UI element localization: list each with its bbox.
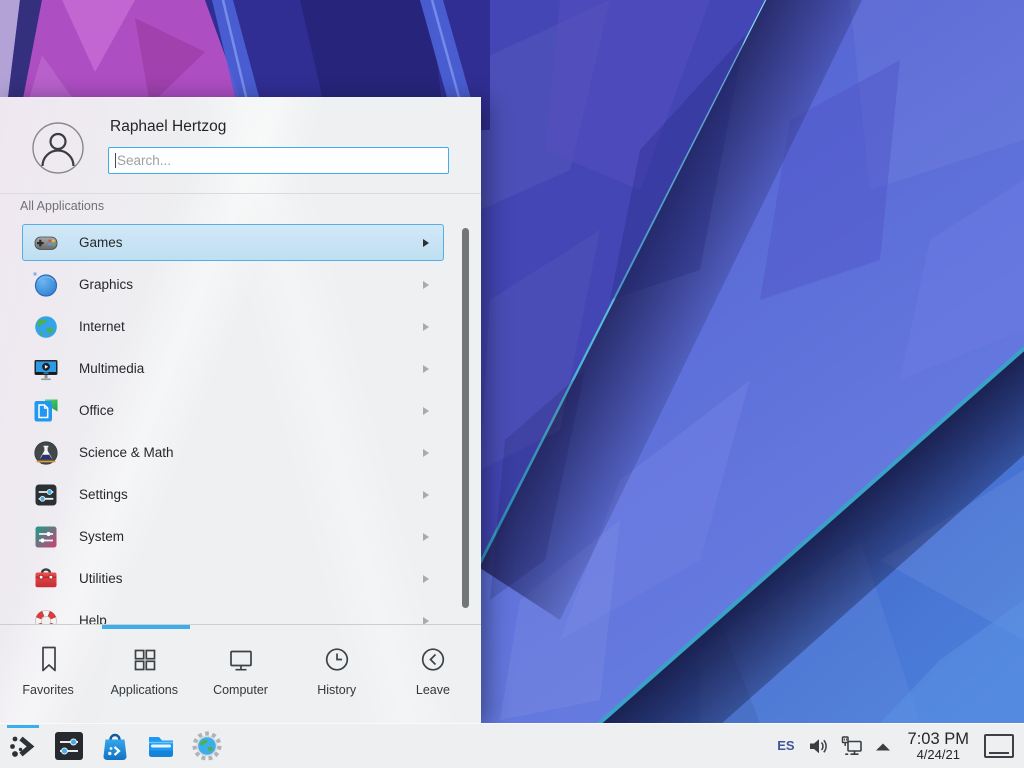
system-sliders-icon (33, 524, 59, 550)
tab-label: Applications (111, 683, 178, 697)
category-item-multimedia[interactable]: Multimedia (22, 350, 444, 387)
digital-clock[interactable]: 7:03 PM 4/24/21 (902, 731, 975, 762)
chevron-right-icon (423, 407, 429, 415)
header-separator (0, 193, 481, 194)
file-manager-icon (145, 730, 177, 762)
document-icon (33, 398, 59, 424)
globe-icon (33, 314, 59, 340)
monitor-icon (226, 644, 256, 674)
tab-leave[interactable]: Leave (385, 625, 481, 723)
category-item-games[interactable]: Games (22, 224, 444, 261)
tab-label: Favorites (22, 683, 73, 697)
active-task-indicator (7, 725, 39, 728)
tab-computer[interactable]: Computer (192, 625, 288, 723)
user-name: Raphael Hertzog (110, 118, 226, 136)
section-label: All Applications (20, 199, 104, 213)
category-item-science-math[interactable]: Science & Math (22, 434, 444, 471)
tab-applications[interactable]: Applications (96, 625, 192, 723)
discover-icon (99, 730, 131, 762)
category-item-graphics[interactable]: Graphics (22, 266, 444, 303)
launcher-tab-bar: Favorites Applications Computer His (0, 624, 481, 723)
grid-icon (129, 644, 159, 674)
clock-date: 4/24/21 (917, 748, 960, 762)
tab-label: Leave (416, 683, 450, 697)
chevron-right-icon (423, 239, 429, 247)
system-tray: ES 7:03 PM 4/24/21 (774, 731, 1024, 762)
category-item-internet[interactable]: Internet (22, 308, 444, 345)
web-browser-taskbar-button[interactable] (191, 730, 223, 762)
volume-icon[interactable] (807, 734, 831, 758)
chevron-right-icon (423, 491, 429, 499)
search-box (108, 147, 449, 174)
category-list: Games Graphics Internet (0, 224, 481, 624)
search-input[interactable] (109, 148, 448, 173)
expand-tray-arrow-icon[interactable] (873, 740, 893, 752)
category-label: Multimedia (79, 361, 423, 376)
chevron-right-icon (423, 533, 429, 541)
category-label: Office (79, 403, 423, 418)
wired-network-icon[interactable] (840, 734, 864, 758)
list-scrollbar[interactable] (462, 228, 469, 608)
category-label: Graphics (79, 277, 423, 292)
category-label: Science & Math (79, 445, 423, 460)
category-item-settings[interactable]: Settings (22, 476, 444, 513)
keyboard-layout-indicator[interactable]: ES (774, 738, 797, 753)
category-item-office[interactable]: Office (22, 392, 444, 429)
clock-icon (322, 644, 352, 674)
flask-icon (33, 440, 59, 466)
tab-history[interactable]: History (289, 625, 385, 723)
kde-plasma-logo-icon (7, 730, 39, 762)
clock-time: 7:03 PM (908, 731, 969, 748)
category-item-system[interactable]: System (22, 518, 444, 555)
discover-taskbar-button[interactable] (99, 730, 131, 762)
chevron-right-icon (423, 365, 429, 373)
active-tab-indicator (102, 625, 190, 629)
sliders-icon (33, 482, 59, 508)
file-manager-taskbar-button[interactable] (145, 730, 177, 762)
user-avatar[interactable] (32, 122, 84, 174)
chevron-right-icon (423, 617, 429, 625)
chevron-right-icon (423, 281, 429, 289)
tab-label: History (317, 683, 356, 697)
category-label: Internet (79, 319, 423, 334)
toolbox-icon (33, 566, 59, 592)
taskbar: ES 7:03 PM 4/24/21 (0, 723, 1024, 768)
category-label: System (79, 529, 423, 544)
category-label: Settings (79, 487, 423, 502)
taskbar-left (0, 730, 223, 762)
leave-icon (418, 644, 448, 674)
web-browser-icon (191, 730, 223, 762)
category-label: Utilities (79, 571, 423, 586)
chevron-right-icon (423, 449, 429, 457)
system-settings-icon (53, 730, 85, 762)
category-label: Help (79, 613, 423, 624)
chevron-right-icon (423, 323, 429, 331)
category-item-utilities[interactable]: Utilities (22, 560, 444, 597)
category-item-help[interactable]: Help (22, 602, 444, 624)
system-settings-taskbar-button[interactable] (53, 730, 85, 762)
bookmark-icon (33, 644, 63, 674)
show-desktop-button[interactable] (984, 734, 1014, 758)
media-monitor-icon (33, 356, 59, 382)
chevron-right-icon (423, 575, 429, 583)
category-label: Games (79, 235, 423, 250)
paint-sphere-icon (33, 272, 59, 298)
gamepad-icon (33, 230, 59, 256)
application-launcher-button[interactable] (7, 730, 39, 762)
tab-label: Computer (213, 683, 268, 697)
lifebuoy-icon (33, 608, 59, 625)
application-launcher-panel: Raphael Hertzog All Applications Games (0, 97, 481, 723)
tab-favorites[interactable]: Favorites (0, 625, 96, 723)
